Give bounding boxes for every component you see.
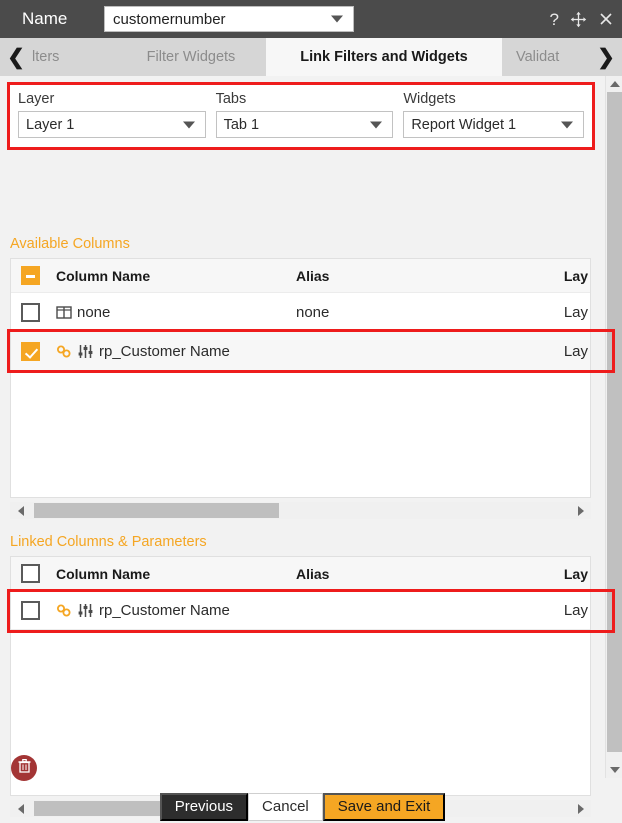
available-columns-title: Available Columns — [10, 236, 130, 252]
save-and-exit-button[interactable]: Save and Exit — [322, 792, 446, 821]
available-select-all-checkbox[interactable] — [21, 266, 40, 285]
dialog-body: Layer Layer 1 Tabs Tab 1 Widgets Report … — [0, 76, 622, 817]
sliders-icon — [77, 344, 94, 359]
link-icon — [56, 344, 72, 359]
chevron-down-icon — [182, 121, 195, 128]
header-alias: Alias — [296, 565, 330, 582]
tab-validation[interactable]: Validat — [502, 38, 588, 76]
tabs-scroll-left-button[interactable]: ❮ — [0, 38, 32, 76]
dialog-vertical-scrollbar[interactable] — [605, 76, 622, 778]
available-table-header: Column Name Alias Lay — [11, 259, 590, 293]
widgets-selector-group: Widgets Report Widget 1 — [403, 91, 584, 147]
row-layer: Lay — [563, 303, 588, 321]
linked-columns-table: Column Name Alias Lay rp_Customer Name L… — [10, 556, 591, 796]
available-columns-table: Column Name Alias Lay none none Lay rp_C… — [10, 258, 591, 498]
dialog-window: Name customernumber ? ❮ lters Filter Wid… — [0, 0, 622, 823]
row-alias: none — [296, 303, 330, 321]
tabs-scroll-right-button[interactable]: ❯ — [590, 38, 622, 76]
trash-icon — [17, 758, 32, 779]
linked-columns-title: Linked Columns & Parameters — [10, 534, 207, 550]
selectors-panel: Layer Layer 1 Tabs Tab 1 Widgets Report … — [7, 82, 595, 150]
link-icon — [56, 603, 72, 618]
tabs-selector-group: Tabs Tab 1 — [215, 91, 394, 147]
scrollbar-thumb[interactable] — [607, 92, 622, 752]
tab-bar: ❮ lters Filter Widgets Link Filters and … — [0, 38, 622, 76]
widgets-combobox-value: Report Widget 1 — [411, 116, 517, 133]
chevron-down-icon — [370, 121, 383, 128]
dialog-footer: Previous Cancel Save and Exit — [0, 790, 605, 823]
table-columns-icon — [56, 305, 72, 320]
tab-link-filters-and-widgets[interactable]: Link Filters and Widgets — [266, 38, 502, 76]
row-layer: Lay — [563, 601, 588, 619]
header-column-name: Column Name — [56, 565, 151, 582]
header-layer: Lay — [563, 267, 588, 284]
scroll-down-icon[interactable] — [606, 762, 622, 778]
layer-label: Layer — [18, 91, 55, 107]
window-controls: ? — [550, 0, 614, 38]
tabs-combobox-value: Tab 1 — [223, 116, 260, 133]
row-column-name-text: none — [77, 303, 111, 321]
tabs-strip: lters Filter Widgets Link Filters and Wi… — [32, 38, 590, 76]
linked-table-header: Column Name Alias Lay — [11, 557, 590, 591]
widgets-combobox[interactable]: Report Widget 1 — [403, 111, 584, 138]
scrollbar-thumb[interactable] — [34, 503, 279, 518]
tab-filter-widgets[interactable]: Filter Widgets — [116, 38, 266, 76]
name-label: Name — [22, 9, 68, 28]
layer-selector-group: Layer Layer 1 — [18, 91, 206, 147]
name-combobox-value: customernumber — [113, 10, 226, 28]
title-bar: Name customernumber ? — [0, 0, 622, 38]
sliders-icon — [77, 603, 94, 618]
row-column-name-text: rp_Customer Name — [99, 601, 230, 619]
tabs-label: Tabs — [215, 91, 247, 107]
table-row[interactable]: none none Lay — [11, 293, 590, 332]
header-column-name: Column Name — [56, 267, 151, 284]
row-column-name-text: rp_Customer Name — [99, 342, 230, 360]
linked-select-all-checkbox[interactable] — [21, 564, 40, 583]
row-checkbox[interactable] — [21, 341, 40, 361]
table-row[interactable]: rp_Customer Name Lay — [11, 591, 590, 630]
row-column-name: rp_Customer Name — [56, 602, 296, 619]
row-layer: Lay — [563, 342, 588, 360]
tabs-combobox[interactable]: Tab 1 — [215, 111, 394, 138]
delete-button[interactable] — [11, 755, 37, 781]
name-combobox[interactable]: customernumber — [104, 6, 354, 32]
scroll-up-icon[interactable] — [606, 76, 622, 92]
layer-combobox-value: Layer 1 — [26, 116, 75, 133]
tab-filters[interactable]: lters — [32, 38, 116, 76]
previous-button[interactable]: Previous — [159, 792, 249, 821]
move-arrows-icon[interactable] — [570, 11, 587, 28]
chevron-down-icon — [561, 121, 573, 128]
header-alias: Alias — [296, 267, 330, 284]
scroll-right-icon[interactable] — [572, 502, 589, 519]
row-checkbox[interactable] — [21, 302, 40, 322]
cancel-button[interactable]: Cancel — [248, 792, 323, 821]
row-column-name: none — [56, 304, 296, 321]
header-layer: Lay — [563, 565, 588, 582]
help-icon[interactable]: ? — [550, 11, 559, 28]
table-row[interactable]: rp_Customer Name Lay — [11, 332, 590, 371]
row-column-name: rp_Customer Name — [56, 343, 296, 360]
close-icon[interactable] — [598, 11, 614, 27]
widgets-label: Widgets — [403, 91, 456, 107]
layer-combobox[interactable]: Layer 1 — [18, 111, 206, 138]
available-horizontal-scrollbar[interactable] — [10, 502, 591, 519]
row-checkbox[interactable] — [21, 600, 40, 620]
scroll-left-icon[interactable] — [12, 502, 29, 519]
chevron-down-icon — [331, 15, 343, 23]
